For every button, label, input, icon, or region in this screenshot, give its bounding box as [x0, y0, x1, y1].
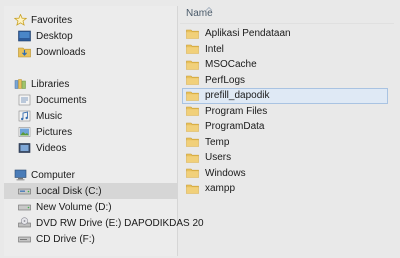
file-row[interactable]: xampp — [180, 181, 394, 197]
file-name: Aplikasi Pendataan — [205, 28, 291, 40]
file-row[interactable]: Intel — [180, 42, 394, 58]
file-row[interactable]: Windows — [180, 166, 394, 182]
folder-icon — [186, 167, 199, 179]
star-icon — [14, 14, 27, 26]
favorites-group: Favorites Desktop Downloads — [4, 12, 178, 60]
file-name: Users — [205, 152, 232, 164]
nav-item-new-volume-d[interactable]: New Volume (D:) — [4, 199, 178, 215]
file-row[interactable]: MSOCache — [180, 57, 394, 73]
file-name: Intel — [205, 43, 224, 55]
cd-drive-icon — [18, 233, 31, 245]
file-name: xampp — [205, 183, 236, 195]
folder-icon — [186, 136, 199, 148]
nav-item-label: CD Drive (F:) — [36, 233, 95, 245]
music-icon — [18, 110, 31, 122]
nav-item-dvd-drive-e[interactable]: DVD RW Drive (E:) DAPODIKDAS 20 — [4, 215, 204, 231]
nav-item-label: Local Disk (C:) — [36, 185, 102, 197]
videos-icon — [18, 142, 31, 154]
nav-item-label: Videos — [36, 142, 67, 154]
nav-item-music[interactable]: Music — [4, 108, 178, 124]
dvd-drive-icon — [18, 217, 31, 229]
sort-arrow-icon — [205, 7, 213, 11]
nav-item-videos[interactable]: Videos — [4, 140, 178, 156]
file-row[interactable]: Temp — [180, 135, 394, 151]
favorites-label: Favorites — [31, 14, 73, 26]
nav-item-downloads[interactable]: Downloads — [4, 44, 178, 60]
explorer-window: Favorites Desktop Downloads Libraries Do… — [0, 0, 400, 258]
navigation-pane: Favorites Desktop Downloads Libraries Do… — [4, 6, 204, 256]
desktop-icon — [18, 30, 31, 42]
folder-icon — [186, 59, 199, 71]
downloads-icon — [18, 46, 31, 58]
file-name: Windows — [205, 167, 246, 179]
file-name: prefill_dapodik — [205, 90, 270, 102]
libraries-label: Libraries — [31, 78, 70, 90]
nav-item-label: Music — [36, 110, 63, 122]
folder-icon — [186, 43, 199, 55]
nav-item-local-disk-c[interactable]: Local Disk (C:) — [4, 183, 178, 199]
nav-item-documents[interactable]: Documents — [4, 92, 178, 108]
folder-icon — [186, 183, 199, 195]
file-row[interactable]: Aplikasi Pendataan — [180, 26, 394, 42]
folder-icon — [186, 74, 199, 86]
nav-item-cd-drive-f[interactable]: CD Drive (F:) — [4, 231, 178, 247]
nav-item-label: Desktop — [36, 30, 73, 42]
file-row[interactable]: ProgramData — [180, 119, 394, 135]
folder-icon — [186, 121, 199, 133]
nav-item-label: Pictures — [36, 126, 73, 138]
file-name: MSOCache — [205, 59, 257, 71]
libraries-group: Libraries Documents Music Pictures Video… — [4, 76, 178, 156]
nav-item-label: New Volume (D:) — [36, 201, 112, 213]
nav-item-label: Downloads — [36, 46, 86, 58]
file-name: Temp — [205, 136, 230, 148]
file-list: Aplikasi Pendataan Intel MSOCache PerfLo… — [180, 26, 394, 197]
favorites-header[interactable]: Favorites — [4, 12, 178, 28]
folder-icon — [186, 90, 199, 102]
nav-item-label: Documents — [36, 94, 87, 106]
libraries-header[interactable]: Libraries — [4, 76, 178, 92]
nav-item-pictures[interactable]: Pictures — [4, 124, 178, 140]
computer-header[interactable]: Computer — [4, 167, 178, 183]
file-name: PerfLogs — [205, 74, 246, 86]
file-name: ProgramData — [205, 121, 265, 133]
libraries-icon — [14, 78, 27, 90]
computer-group: Computer Local Disk (C:) New Volume (D:)… — [4, 167, 204, 247]
file-name: Program Files — [205, 105, 268, 117]
folder-icon — [186, 28, 199, 40]
hard-disk-icon — [18, 201, 31, 213]
documents-icon — [18, 94, 31, 106]
pictures-icon — [18, 126, 31, 138]
file-row-selected[interactable]: prefill_dapodik — [182, 88, 388, 104]
file-row[interactable]: Users — [180, 150, 394, 166]
hard-disk-icon — [18, 185, 31, 197]
column-header-name[interactable]: Name — [180, 4, 394, 24]
folder-icon — [186, 152, 199, 164]
file-row[interactable]: PerfLogs — [180, 73, 394, 89]
file-list-pane: Name Aplikasi Pendataan Intel MSOCache P… — [180, 4, 394, 204]
nav-item-desktop[interactable]: Desktop — [4, 28, 178, 44]
computer-label: Computer — [31, 169, 75, 181]
folder-icon — [186, 105, 199, 117]
file-row[interactable]: Program Files — [180, 104, 394, 120]
nav-item-label: DVD RW Drive (E:) DAPODIKDAS 20 — [36, 217, 204, 229]
computer-icon — [14, 169, 27, 181]
